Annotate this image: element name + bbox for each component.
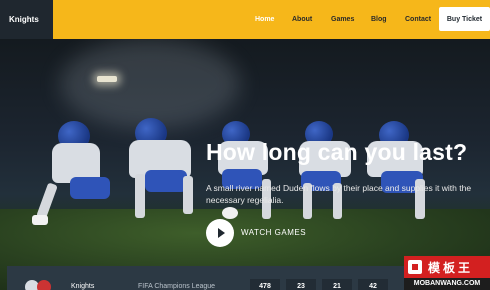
hero-section: How long can you last? A small river nam… [0,39,490,290]
league-name: FIFA Champions League [138,283,216,290]
watch-games-link[interactable]: WATCH GAMES [241,228,306,237]
scoreboard: Knights FIFA Champions League 478 23 21 … [7,266,405,290]
buy-ticket-button[interactable]: Buy Ticket [439,7,490,31]
team-name: Knights [71,283,95,290]
hero-subtitle: A small river named Duden flows by their… [206,183,472,205]
watermark-top: 模板王 [404,256,490,278]
watermark-url: MOBANWANG.COM [404,278,490,290]
watermark-logo-icon [408,260,422,274]
stat-box: 42 [358,279,388,290]
logo-box[interactable]: Knights [0,0,53,39]
play-icon [217,228,225,238]
play-button[interactable] [206,219,234,247]
hero-title: How long can you last? [206,139,468,165]
stadium-light [97,76,117,82]
watermark-cn: 模板王 [428,260,474,275]
nav-games[interactable]: Games [331,16,354,23]
stat-box: 21 [322,279,352,290]
top-header: Knights Home About Games Blog Contact Bu… [0,0,490,39]
stat-box: 23 [286,279,316,290]
nav-home[interactable]: Home [255,16,274,23]
nav-contact[interactable]: Contact [405,16,431,23]
opponent-logo [37,280,51,290]
watermark: 模板王 MOBANWANG.COM [404,256,490,290]
football [222,207,238,219]
nav-about[interactable]: About [292,16,312,23]
site-logo[interactable]: Knights [9,15,39,24]
stat-box: 478 [250,279,280,290]
nav-blog[interactable]: Blog [371,16,387,23]
sky-glow [60,39,240,129]
